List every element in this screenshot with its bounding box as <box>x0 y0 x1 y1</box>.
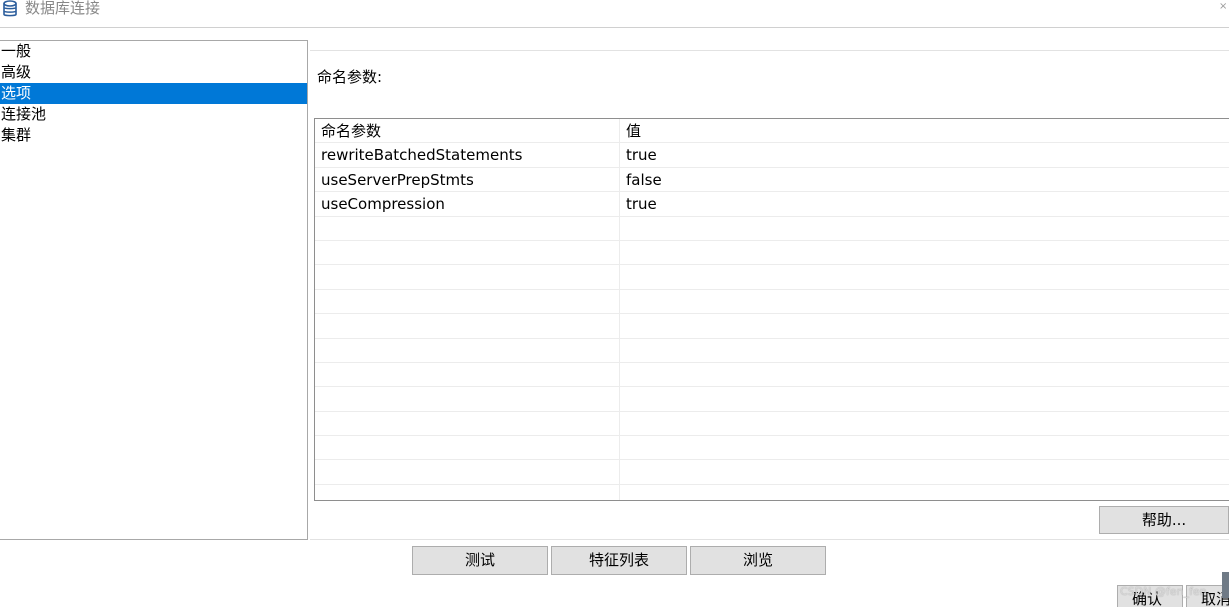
table-row[interactable]: rewriteBatchedStatements true <box>315 143 1229 168</box>
empty-table-row[interactable] <box>315 411 1229 437</box>
column-header-value[interactable]: 值 <box>620 119 1229 142</box>
database-icon <box>3 0 17 17</box>
empty-table-row[interactable] <box>315 265 1229 290</box>
empty-cell[interactable] <box>620 387 1229 410</box>
nav-item-general[interactable]: 一般 <box>0 41 307 62</box>
title-bar: 数据库连接 × <box>0 0 1229 28</box>
empty-cell[interactable] <box>620 241 1229 264</box>
nav-item-cluster[interactable]: 集群 <box>0 125 307 146</box>
empty-cell[interactable] <box>620 339 1229 362</box>
nav-item-options[interactable]: 选项 <box>0 83 307 104</box>
empty-cell[interactable] <box>315 436 620 460</box>
empty-cell[interactable] <box>315 289 620 314</box>
empty-cell[interactable] <box>620 217 1229 240</box>
empty-cell[interactable] <box>315 460 620 484</box>
empty-cell[interactable] <box>620 436 1229 459</box>
empty-table-row[interactable] <box>315 289 1229 315</box>
empty-cell[interactable] <box>315 240 620 265</box>
param-value-cell[interactable]: false <box>620 168 1229 191</box>
window-title: 数据库连接 <box>25 0 101 17</box>
empty-cell[interactable] <box>315 411 620 436</box>
empty-cell[interactable] <box>315 216 620 240</box>
window-edge-decoration <box>1222 572 1229 598</box>
empty-table-row[interactable] <box>315 338 1229 363</box>
empty-table-row[interactable] <box>315 362 1229 388</box>
param-name-cell[interactable]: useServerPrepStmts <box>315 167 620 192</box>
nav-item-connection-pool[interactable]: 连接池 <box>0 104 307 125</box>
empty-cell[interactable] <box>315 338 620 362</box>
watermark: CSDN @fen_fen <box>1120 585 1207 598</box>
empty-table-row[interactable] <box>315 216 1229 241</box>
help-button[interactable]: 帮助... <box>1099 506 1229 534</box>
empty-cell[interactable] <box>620 460 1229 483</box>
empty-cell[interactable] <box>620 265 1229 288</box>
table-header-row: 命名参数 值 <box>315 119 1229 144</box>
settings-nav: 一般 高级 选项 连接池 集群 <box>0 40 308 540</box>
empty-cell[interactable] <box>315 387 620 411</box>
param-name-cell[interactable]: useCompression <box>315 192 620 216</box>
param-name-cell[interactable]: rewriteBatchedStatements <box>315 143 620 167</box>
empty-cell[interactable] <box>315 484 620 500</box>
empty-cell[interactable] <box>620 412 1229 435</box>
param-value-cell[interactable]: true <box>620 143 1229 166</box>
feature-list-button[interactable]: 特征列表 <box>551 546 687 575</box>
empty-table-row[interactable] <box>315 460 1229 485</box>
named-params-label: 命名参数: <box>317 68 383 86</box>
empty-table-row[interactable] <box>315 240 1229 266</box>
table-row[interactable]: useServerPrepStmts false <box>315 167 1229 193</box>
empty-table-row[interactable] <box>315 314 1229 339</box>
empty-cell[interactable] <box>315 265 620 289</box>
empty-cell[interactable] <box>315 314 620 338</box>
options-panel: 命名参数: 命名参数 值 rewriteBatchedStatements tr… <box>310 50 1229 540</box>
close-icon[interactable]: × <box>1219 0 1227 14</box>
nav-item-advanced[interactable]: 高级 <box>0 62 307 83</box>
browse-button[interactable]: 浏览 <box>690 546 826 575</box>
named-params-table[interactable]: 命名参数 值 rewriteBatchedStatements true use… <box>314 118 1229 501</box>
table-row[interactable]: useCompression true <box>315 192 1229 217</box>
empty-cell[interactable] <box>620 485 1229 500</box>
empty-cell[interactable] <box>620 290 1229 313</box>
empty-table-row[interactable] <box>315 387 1229 412</box>
column-header-param[interactable]: 命名参数 <box>315 119 620 143</box>
param-value-cell[interactable]: true <box>620 192 1229 215</box>
empty-table-row[interactable] <box>315 484 1229 500</box>
test-button[interactable]: 测试 <box>412 546 548 575</box>
empty-cell[interactable] <box>620 314 1229 337</box>
empty-cell[interactable] <box>620 363 1229 386</box>
empty-cell[interactable] <box>315 362 620 387</box>
empty-table-row[interactable] <box>315 436 1229 461</box>
